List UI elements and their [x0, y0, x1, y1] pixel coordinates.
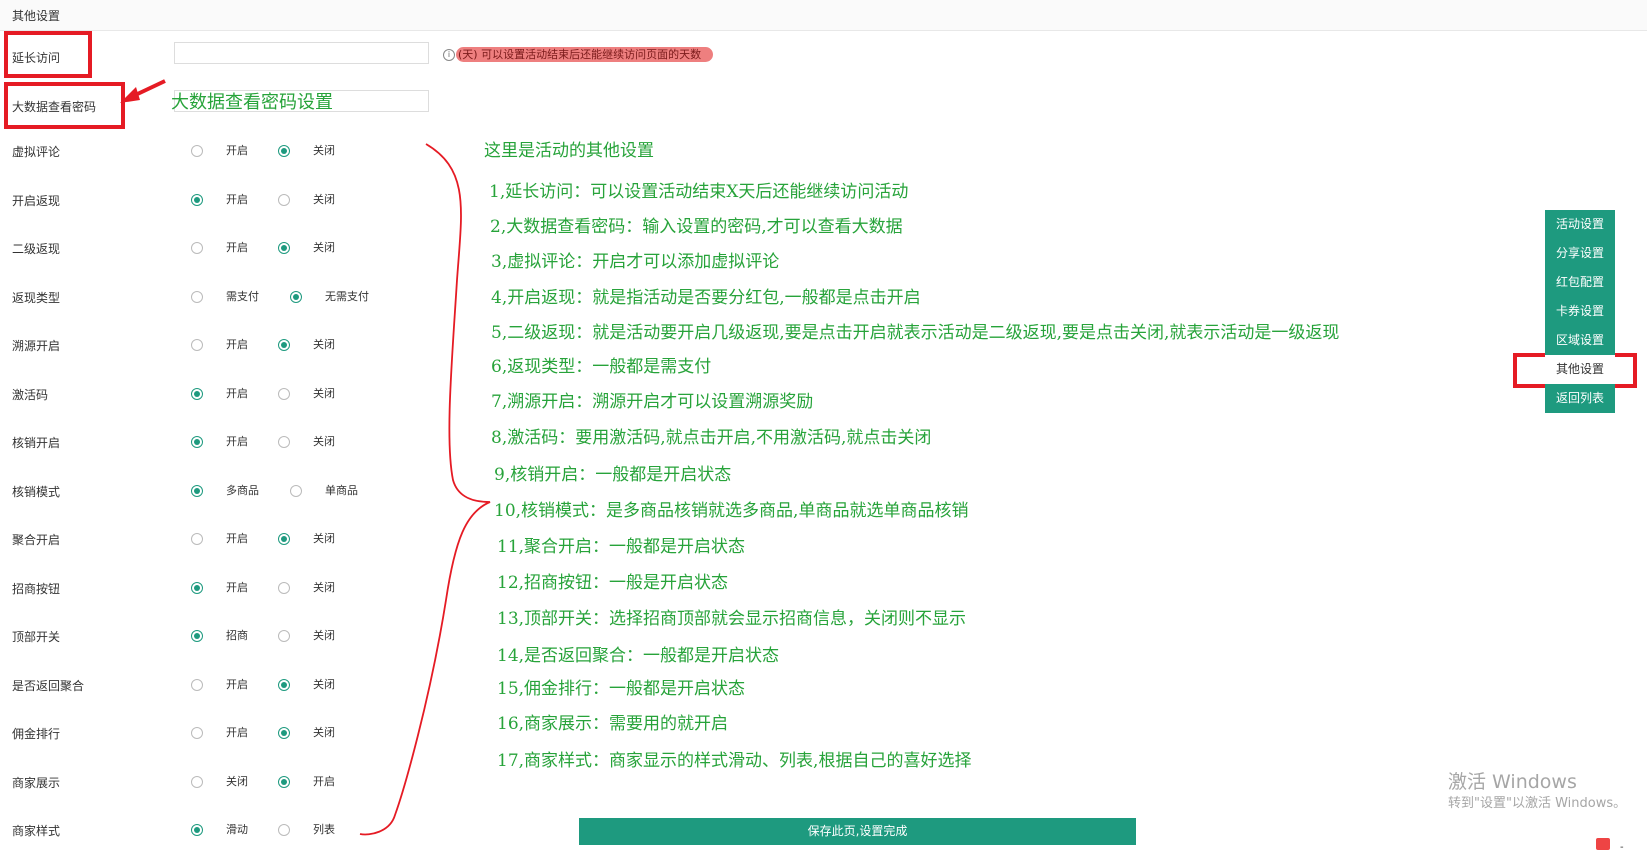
annotation-note: 9,核销开启：一般都是开启状态 [494, 465, 732, 485]
save-button[interactable]: 保存此页,设置完成 [579, 818, 1136, 845]
annotation-note: 6,返现类型：一般都是需支付 [491, 357, 712, 377]
annotation-note: 16,商家展示：需要用的就开启 [497, 714, 729, 734]
side-menu-item[interactable]: 分享设置 [1545, 239, 1615, 268]
annotation-note: 2,大数据查看密码：输入设置的密码,才可以查看大数据 [490, 217, 903, 237]
annotation-note: 14,是否返回聚合：一般都是开启状态 [497, 646, 780, 666]
curly-brace [359, 143, 491, 836]
annotation-note: 12,招商按钮：一般是开启状态 [497, 573, 729, 593]
annotation-note: 11,聚合开启：一般都是开启状态 [497, 537, 746, 557]
side-menu-item[interactable]: 返回列表 [1545, 384, 1615, 413]
side-menu-item[interactable]: 其他设置 [1545, 355, 1615, 384]
annotation-note: 17,商家样式：商家显示的样式滑动、列表,根据自己的喜好选择 [497, 751, 972, 771]
annotation-note: 5,二级返现：就是活动要开启几级返现,要是点击开启就表示活动是二级返现,要是点击… [491, 323, 1340, 343]
red-arrow-icon [120, 79, 166, 103]
annotation-note: 3,虚拟评论：开启才可以添加虚拟评论 [491, 252, 780, 272]
annotation-note: 13,顶部开关：选择招商顶部就会显示招商信息，关闭则不显示 [497, 609, 967, 629]
side-menu-item[interactable]: 区域设置 [1545, 326, 1615, 355]
side-menu-item[interactable]: 红包配置 [1545, 268, 1615, 297]
side-menu: 活动设置 分享设置 红包配置 卡券设置 区域设置 其他设置 返回列表 [1545, 210, 1615, 413]
annotation-title: 这里是活动的其他设置 [484, 141, 654, 161]
annotation-note: 4,开启返现：就是指活动是否要分红包,一般都是点击开启 [491, 288, 921, 308]
bigdata-annotation: 大数据查看密码设置 [171, 92, 333, 113]
tray-icon[interactable] [1596, 838, 1610, 850]
annotation-note: 15,佣金排行：一般都是开启状态 [497, 679, 746, 699]
annotation-note: 1,延长访问：可以设置活动结束X天后还能继续访问活动 [489, 182, 909, 202]
annotation-note: 8,激活码：要用激活码,就点击开启,不用激活码,就点击关闭 [491, 428, 932, 448]
windows-watermark-subtitle: 转到"设置"以激活 Windows。 [1448, 796, 1627, 811]
windows-watermark-title: 激活 Windows [1448, 771, 1577, 793]
tray-text: - [1620, 842, 1624, 853]
annotation-note: 7,溯源开启：溯源开启才可以设置溯源奖励 [491, 392, 814, 412]
annotation-note: 10,核销模式：是多商品核销就选多商品,单商品就选单商品核销 [494, 501, 969, 521]
side-menu-item[interactable]: 卡券设置 [1545, 297, 1615, 326]
side-menu-item[interactable]: 活动设置 [1545, 210, 1615, 239]
